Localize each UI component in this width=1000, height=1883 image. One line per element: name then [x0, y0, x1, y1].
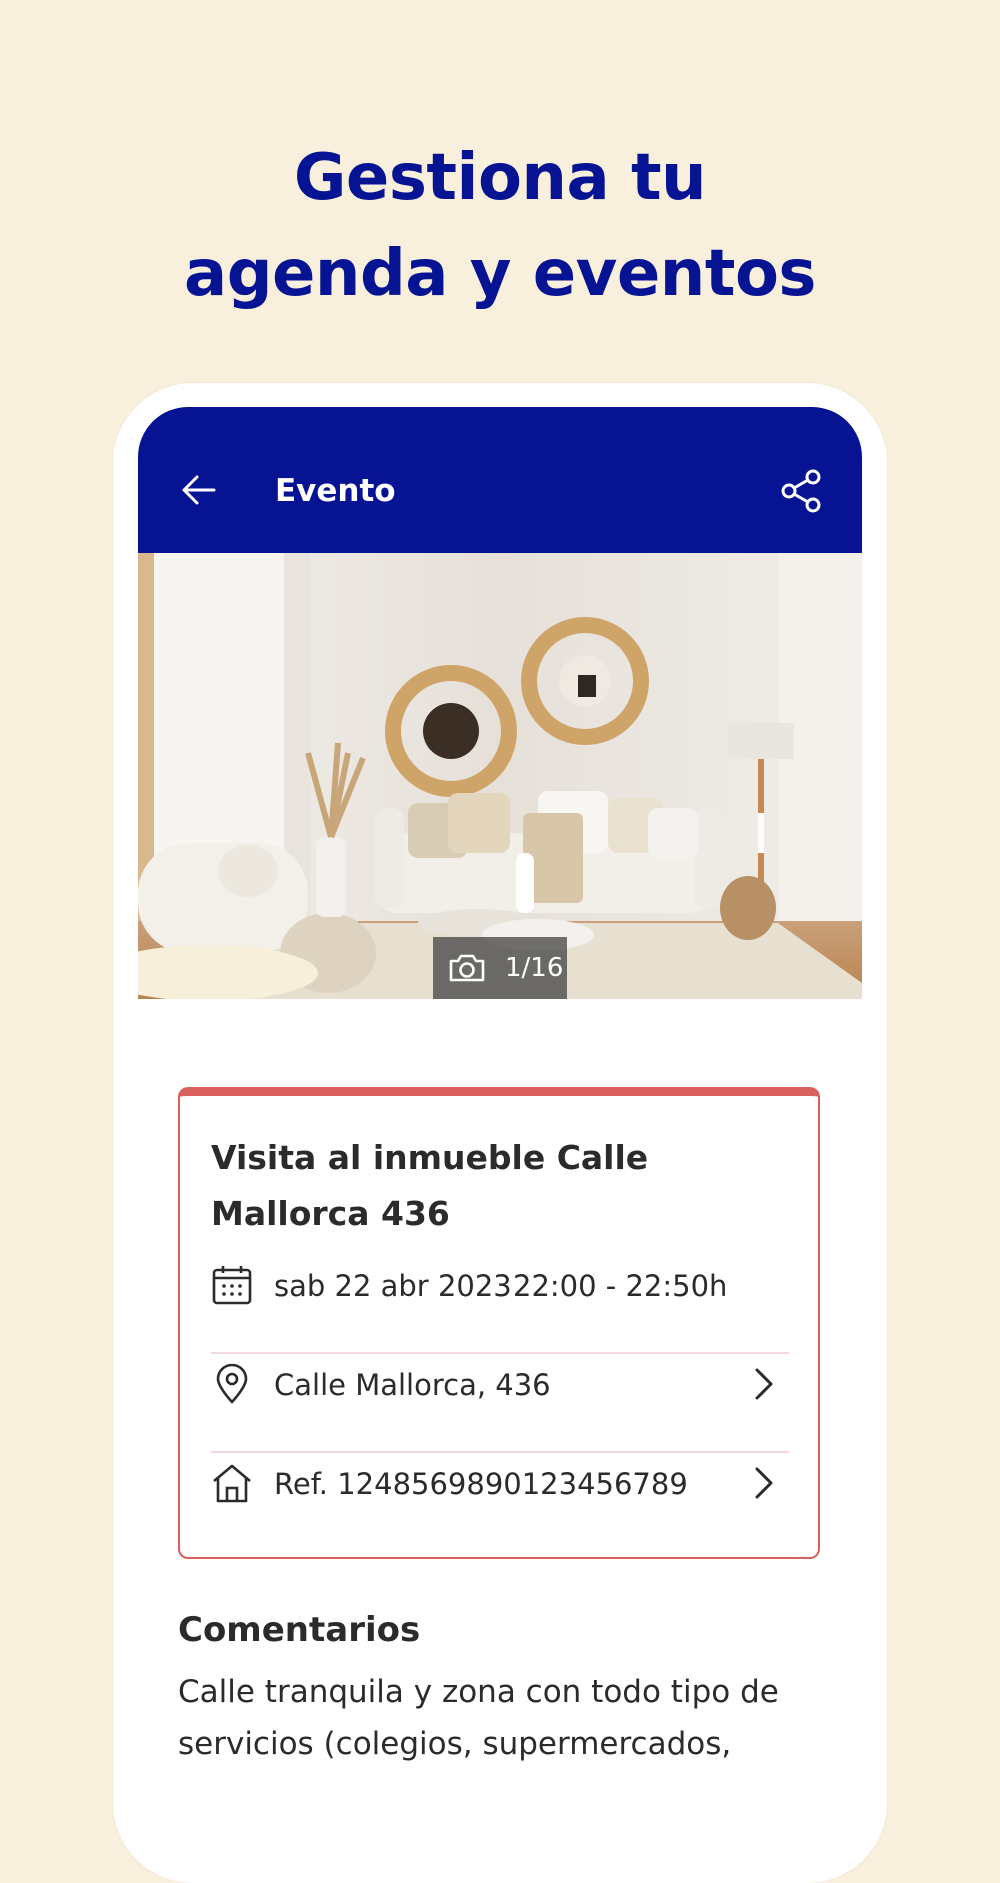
comments-title: Comentarios	[178, 1610, 421, 1650]
photo-counter[interactable]: 1/16	[433, 937, 567, 999]
living-room-image	[138, 553, 862, 999]
headline-line-1: Gestiona tu	[293, 141, 707, 215]
event-reference-row[interactable]: Ref. 1248569890123456789	[211, 1434, 789, 1530]
chevron-right-icon	[755, 1467, 773, 1499]
event-title: Visita al inmueble Calle Mallorca 436	[211, 1138, 649, 1233]
event-reference: Ref. 1248569890123456789	[274, 1467, 688, 1501]
event-address: Calle Mallorca, 436	[274, 1368, 551, 1402]
calendar-icon	[212, 1266, 252, 1305]
camera-icon	[449, 954, 485, 982]
event-date-row: sab 22 abr 2023 22:00 - 22:50h	[211, 1236, 789, 1332]
headline-line-2: agenda y eventos	[184, 237, 817, 311]
chevron-right-icon	[755, 1368, 773, 1400]
event-time: 22:00 - 22:50h	[513, 1269, 728, 1303]
share-icon	[781, 469, 821, 513]
headline: Gestiona tu agenda y eventos	[0, 130, 1000, 322]
comments-text: Calle tranquila y zona con todo tipo de …	[178, 1674, 779, 1762]
photo-counter-text: 1/16	[505, 953, 564, 983]
share-button[interactable]	[780, 469, 822, 513]
back-button[interactable]	[180, 471, 218, 509]
event-card: Visita al inmueble Calle Mallorca 436 sa…	[178, 1087, 820, 1559]
location-pin-icon	[216, 1363, 248, 1404]
event-address-row[interactable]: Calle Mallorca, 436	[211, 1335, 789, 1431]
app-bar: Evento	[138, 407, 862, 553]
event-date: sab 22 abr 2023	[274, 1269, 512, 1303]
property-photo[interactable]: 1/16	[138, 553, 862, 999]
app-bar-title: Evento	[275, 473, 396, 509]
house-icon	[213, 1464, 251, 1503]
arrow-left-icon	[182, 475, 216, 505]
